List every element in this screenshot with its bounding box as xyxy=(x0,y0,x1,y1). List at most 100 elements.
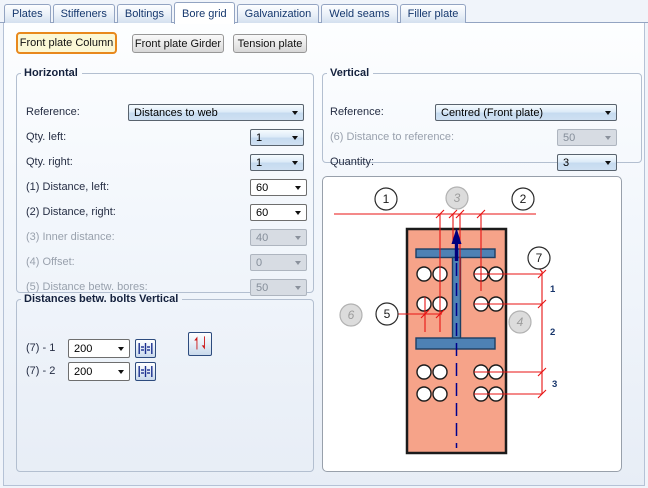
bolt-hole xyxy=(432,386,448,402)
inner-distance-select: 40 xyxy=(250,229,307,246)
svg-text:4: 4 xyxy=(517,315,524,329)
dist-7-2-input[interactable]: 200 xyxy=(68,362,130,381)
bolt-hole xyxy=(416,386,432,402)
equal-spacing-icon xyxy=(138,366,153,377)
qty-left-label: Qty. left: xyxy=(26,131,67,143)
distance-left-value: 60 xyxy=(256,181,269,194)
balloon-2: 2 xyxy=(511,187,535,211)
distance-left-label: (1) Distance, left: xyxy=(26,181,110,193)
bore-grid-diagram: 1 2 3 1 3 2 7 6 5 4 xyxy=(322,176,622,472)
horizontal-group: Horizontal Reference: Distances to web Q… xyxy=(16,67,314,296)
chevron-down-icon xyxy=(292,135,298,140)
tab-galvanization[interactable]: Galvanization xyxy=(236,4,320,23)
equal-spacing-icon xyxy=(138,343,153,354)
offset-value: 0 xyxy=(256,256,263,269)
bolt-distances-group-title: Distances betw. bolts Vertical xyxy=(24,293,179,305)
inner-distance-value: 40 xyxy=(256,231,269,244)
chevron-down-icon xyxy=(605,110,611,115)
svg-text:6: 6 xyxy=(348,308,355,322)
bore-grid-panel: Plates Stiffeners Boltings Bore grid Gal… xyxy=(0,0,648,488)
distance-to-reference-value: 50 xyxy=(563,131,576,144)
dist-7-2-label: (7) - 2 xyxy=(26,365,56,377)
balloon-6: 6 xyxy=(339,303,363,327)
tension-plate-button[interactable]: Tension plate xyxy=(233,34,307,53)
qty-left-value: 1 xyxy=(256,131,263,144)
vertical-group-title: Vertical xyxy=(330,67,370,79)
svg-text:5: 5 xyxy=(384,307,391,321)
bolt-hole xyxy=(416,296,432,312)
tab-plates[interactable]: Plates xyxy=(4,4,51,23)
dim-labels: 1 2 3 xyxy=(550,284,557,390)
dist-7-1-value: 200 xyxy=(74,342,93,355)
distance-to-reference-label: (6) Distance to reference: xyxy=(330,131,455,143)
distance-right-input[interactable]: 60 xyxy=(250,204,307,221)
chevron-down-icon xyxy=(605,160,611,165)
qty-right-label: Qty. right: xyxy=(26,156,73,168)
front-plate-girder-button[interactable]: Front plate Girder xyxy=(132,34,224,53)
dimension-label: 3 xyxy=(552,379,557,390)
swap-vertical-icon xyxy=(194,336,205,350)
front-plate-column-button[interactable]: Front plate Column xyxy=(16,32,117,54)
balloon-1: 1 xyxy=(374,187,398,211)
equalize-7-1-button[interactable] xyxy=(135,339,156,358)
vertical-reference-value: Centred (Front plate) xyxy=(441,106,544,119)
vertical-reference-select[interactable]: Centred (Front plate) xyxy=(435,104,617,121)
equalize-7-2-button[interactable] xyxy=(135,362,156,381)
distance-betw-bores-value: 50 xyxy=(256,281,269,294)
dimension-label: 2 xyxy=(550,327,555,338)
tab-filler-plate[interactable]: Filler plate xyxy=(399,4,467,23)
horizontal-group-title: Horizontal xyxy=(24,67,78,79)
offset-label: (4) Offset: xyxy=(26,256,75,268)
quantity-label: Quantity: xyxy=(330,156,375,168)
chevron-down-icon xyxy=(295,285,301,290)
chevron-down-icon xyxy=(295,185,301,190)
bolt-hole xyxy=(432,364,448,380)
chevron-down-icon xyxy=(118,369,124,374)
dist-7-2-value: 200 xyxy=(74,365,93,378)
balloon-5: 5 xyxy=(375,302,399,326)
quantity-select[interactable]: 3 xyxy=(557,154,617,171)
vertical-group: Vertical Reference: Centred (Front plate… xyxy=(322,67,642,171)
tab-stiffeners[interactable]: Stiffeners xyxy=(52,4,115,23)
chevron-down-icon xyxy=(292,110,298,115)
balloon-3: 3 xyxy=(445,186,469,210)
chevron-down-icon xyxy=(118,346,124,351)
qty-left-select[interactable]: 1 xyxy=(250,129,304,146)
bolt-hole xyxy=(416,266,432,282)
tab-boltings[interactable]: Boltings xyxy=(116,4,172,23)
qty-right-select[interactable]: 1 xyxy=(250,154,304,171)
bolt-distances-group: Distances betw. bolts Vertical (7) - 1 2… xyxy=(16,293,314,472)
reference-label: Reference: xyxy=(26,106,80,118)
balloon-4: 4 xyxy=(508,310,532,334)
horizontal-reference-value: Distances to web xyxy=(134,106,218,119)
tabbar: Plates Stiffeners Boltings Bore grid Gal… xyxy=(4,0,468,24)
chevron-down-icon xyxy=(295,260,301,265)
dist-7-1-input[interactable]: 200 xyxy=(68,339,130,358)
inner-distance-label: (3) Inner distance: xyxy=(26,231,115,243)
svg-text:2: 2 xyxy=(520,192,527,206)
chevron-down-icon xyxy=(295,210,301,215)
qty-right-value: 1 xyxy=(256,156,263,169)
distance-left-input[interactable]: 60 xyxy=(250,179,307,196)
dimension-label: 1 xyxy=(550,284,556,295)
vertical-reference-label: Reference: xyxy=(330,106,384,118)
distance-right-value: 60 xyxy=(256,206,269,219)
chevron-down-icon xyxy=(295,235,301,240)
offset-select: 0 xyxy=(250,254,307,271)
distance-to-reference-select: 50 xyxy=(557,129,617,146)
quantity-value: 3 xyxy=(563,156,570,169)
distance-right-label: (2) Distance, right: xyxy=(26,206,116,218)
balloon-7: 7 xyxy=(527,246,551,270)
bolt-hole xyxy=(416,364,432,380)
svg-text:3: 3 xyxy=(454,191,461,205)
horizontal-reference-select[interactable]: Distances to web xyxy=(128,104,304,121)
chevron-down-icon xyxy=(292,160,298,165)
tab-weld-seams[interactable]: Weld seams xyxy=(321,4,398,23)
dist-7-1-label: (7) - 1 xyxy=(26,342,56,354)
flip-order-button[interactable] xyxy=(188,332,212,356)
svg-text:7: 7 xyxy=(536,251,543,265)
bore-diagram-svg: 1 2 3 1 3 2 7 6 5 4 xyxy=(334,186,557,455)
tab-bore-grid[interactable]: Bore grid xyxy=(174,2,235,24)
bottom-flange-shape xyxy=(415,337,496,350)
svg-text:1: 1 xyxy=(383,192,390,206)
